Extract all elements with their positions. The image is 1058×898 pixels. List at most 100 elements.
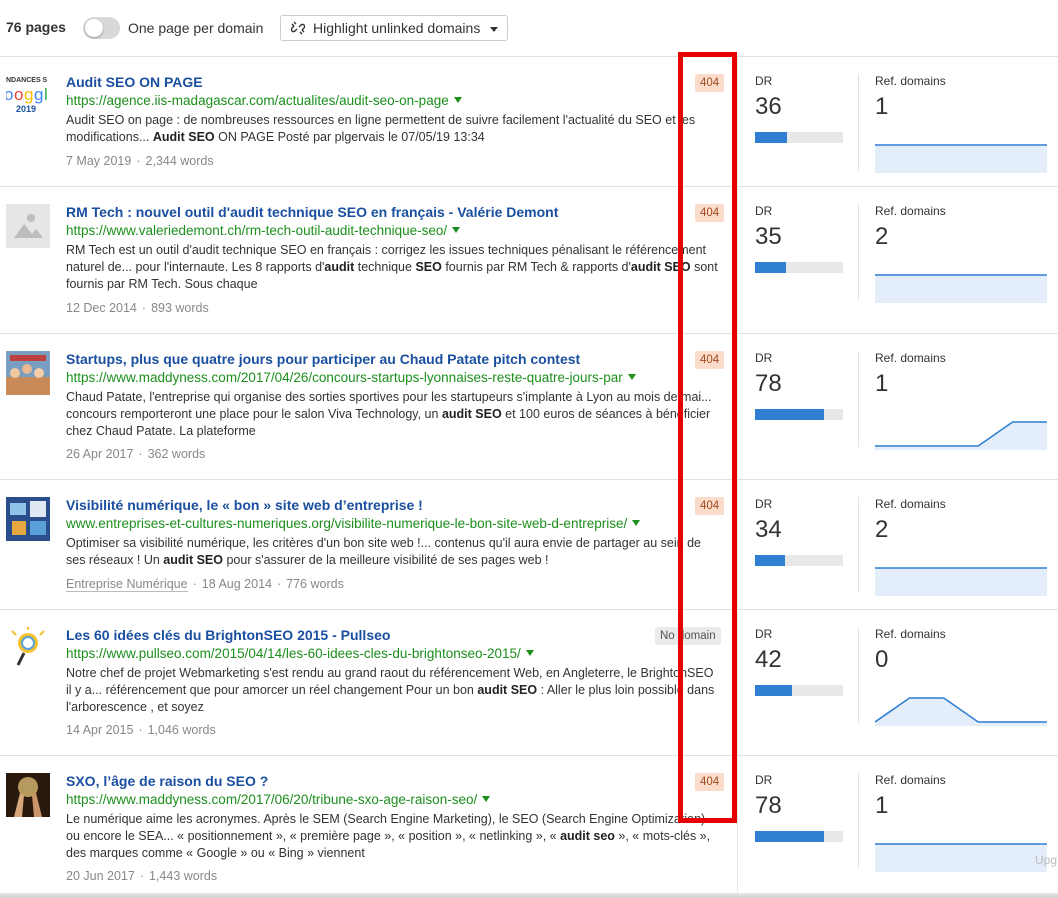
ref-domains-label: Ref. domains	[875, 627, 946, 641]
result-url[interactable]: https://www.valeriedemont.ch/rm-tech-out…	[66, 223, 461, 238]
ref-domains-sparkline	[875, 144, 1047, 173]
caret-down-icon[interactable]	[627, 374, 636, 380]
svg-text:o: o	[14, 85, 23, 104]
highlight-button-label: Highlight unlinked domains	[313, 20, 481, 36]
metric-divider	[858, 74, 859, 170]
result-url-text[interactable]: https://www.pullseo.com/2015/04/14/les-6…	[66, 646, 521, 661]
metric-divider	[858, 627, 859, 723]
svg-text:g: g	[24, 85, 33, 104]
dr-bar	[755, 132, 843, 143]
dr-bar-fill	[755, 831, 824, 842]
http-status-badge: 404	[695, 204, 725, 222]
broken-link-icon	[291, 21, 305, 35]
result-title-link[interactable]: Les 60 idées clés du BrightonSEO 2015 - …	[66, 627, 390, 643]
result-url-text[interactable]: https://agence.iis-madagascar.com/actual…	[66, 93, 449, 108]
ref-domains-value[interactable]: 2	[875, 223, 888, 251]
result-word-count: 893 words	[151, 301, 209, 315]
result-title-link[interactable]: Startups, plus que quatre jours pour par…	[66, 351, 580, 367]
result-snippet: Optimiser sa visibilité numérique, les c…	[66, 536, 701, 567]
result-title-link[interactable]: SXO, l’âge de raison du SEO ?	[66, 773, 268, 789]
caret-down-icon[interactable]	[632, 520, 641, 526]
result-thumbnail: NDANCES So o g g l 2019	[6, 74, 50, 118]
ref-domains-value[interactable]: 1	[875, 792, 888, 820]
result-row: Visibilité numérique, le « bon » site we…	[0, 480, 1058, 610]
dr-label: DR	[755, 74, 773, 88]
dr-label: DR	[755, 497, 773, 511]
result-meta: 14 Apr 2015 · 1,046 words	[66, 723, 216, 737]
result-url[interactable]: https://www.maddyness.com/2017/06/20/tri…	[66, 792, 491, 807]
highlight-unlinked-domains-button[interactable]: Highlight unlinked domains	[280, 15, 508, 41]
result-word-count: 776 words	[286, 577, 344, 591]
result-url-text[interactable]: https://www.maddyness.com/2017/04/26/con…	[66, 370, 623, 385]
dr-bar	[755, 831, 843, 842]
caret-down-icon[interactable]	[453, 97, 462, 103]
result-title-link[interactable]: Audit SEO ON PAGE	[66, 74, 203, 90]
result-url-text[interactable]: https://www.maddyness.com/2017/06/20/tri…	[66, 792, 477, 807]
result-title-link[interactable]: Visibilité numérique, le « bon » site we…	[66, 497, 423, 513]
result-thumbnail	[6, 351, 50, 395]
dr-bar	[755, 409, 843, 420]
result-row: Startups, plus que quatre jours pour par…	[0, 334, 1058, 480]
result-snippet: RM Tech est un outil d'audit technique S…	[66, 243, 718, 291]
dr-bar	[755, 555, 843, 566]
column-divider	[737, 187, 738, 334]
ref-domains-sparkline	[875, 567, 1047, 596]
ref-domains-value[interactable]: 2	[875, 516, 888, 544]
column-divider	[737, 480, 738, 610]
pages-count: 76 pages	[6, 19, 66, 35]
metric-divider	[858, 351, 859, 447]
metric-divider	[858, 497, 859, 593]
http-status-badge: 404	[695, 497, 725, 515]
result-url[interactable]: https://www.maddyness.com/2017/04/26/con…	[66, 370, 636, 385]
result-url-text[interactable]: https://www.valeriedemont.ch/rm-tech-out…	[66, 223, 447, 238]
ref-domains-label: Ref. domains	[875, 74, 946, 88]
dr-bar-fill	[755, 555, 785, 566]
dr-value: 42	[755, 646, 782, 673]
ref-domains-label: Ref. domains	[875, 204, 946, 218]
result-url[interactable]: https://www.pullseo.com/2015/04/14/les-6…	[66, 646, 534, 661]
ref-domains-value[interactable]: 1	[875, 370, 888, 398]
caret-down-icon[interactable]	[482, 796, 491, 802]
toolbar: 76 pages One page per domain Highlight u…	[0, 0, 1058, 57]
result-row: Les 60 idées clés du BrightonSEO 2015 - …	[0, 610, 1058, 756]
toggle-knob	[85, 19, 103, 37]
column-divider	[737, 57, 738, 187]
result-word-count: 2,344 words	[145, 154, 214, 168]
result-date: 12 Dec 2014	[66, 301, 137, 315]
svg-text:l: l	[44, 85, 48, 104]
caret-down-icon[interactable]	[452, 227, 461, 233]
result-url[interactable]: www.entreprises-et-cultures-numeriques.o…	[66, 516, 641, 531]
ref-domains-value[interactable]: 0	[875, 646, 888, 674]
result-word-count: 362 words	[147, 447, 206, 461]
dr-bar-fill	[755, 132, 787, 143]
caret-down-icon[interactable]	[525, 650, 534, 656]
category-link[interactable]: Entreprise Numérique	[66, 577, 188, 592]
result-meta: 7 May 2019 · 2,344 words	[66, 154, 214, 168]
ref-domains-label: Ref. domains	[875, 351, 946, 365]
sparkline-area	[875, 568, 1047, 596]
result-title-link[interactable]: RM Tech : nouvel outil d'audit technique…	[66, 204, 558, 220]
result-url[interactable]: https://agence.iis-madagascar.com/actual…	[66, 93, 462, 108]
chevron-down-icon	[490, 27, 498, 32]
dr-label: DR	[755, 773, 773, 787]
svg-text:2019: 2019	[16, 104, 36, 114]
svg-text:g: g	[34, 85, 43, 104]
result-date: 18 Aug 2014	[201, 577, 272, 591]
result-snippet: Notre chef de projet Webmarketing s'est …	[66, 666, 715, 714]
result-meta: 26 Apr 2017 · 362 words	[66, 447, 206, 461]
result-date: 7 May 2019	[66, 154, 132, 168]
dr-label: DR	[755, 351, 773, 365]
ref-domains-sparkline	[875, 421, 1047, 450]
svg-text:NDANCES S: NDANCES S	[6, 77, 48, 84]
result-url-text[interactable]: www.entreprises-et-cultures-numeriques.o…	[66, 516, 627, 531]
http-status-badge: No domain	[655, 627, 721, 645]
result-meta: 20 Jun 2017 · 1,443 words	[66, 869, 218, 883]
ref-domains-value[interactable]: 1	[875, 93, 888, 121]
result-word-count: 1,046 words	[147, 723, 216, 737]
ref-domains-sparkline	[875, 697, 1047, 726]
one-page-per-domain-toggle[interactable]	[83, 17, 120, 39]
dr-value: 78	[755, 792, 782, 819]
ref-domains-label: Ref. domains	[875, 773, 946, 787]
result-thumbnail	[6, 627, 50, 671]
upgrade-hint[interactable]: Upg	[1035, 853, 1057, 867]
